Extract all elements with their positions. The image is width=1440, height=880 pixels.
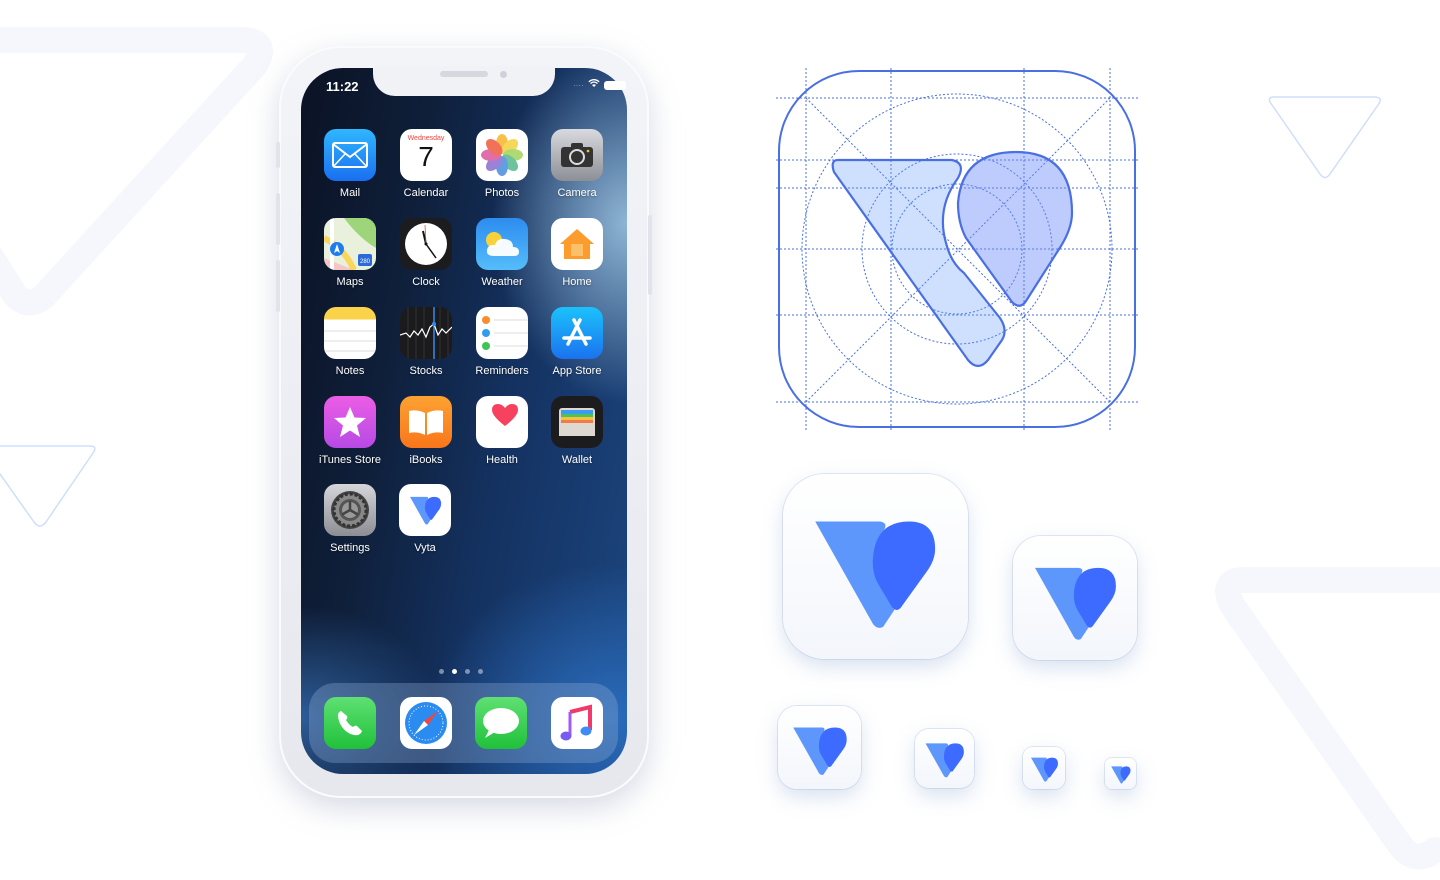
health-icon [476,396,528,448]
app-label: iTunes Store [319,454,381,466]
calendar-icon: Wednesday 7 [400,129,452,181]
phone-camera [500,71,507,78]
maps-badge: 280 [360,259,371,265]
vyta-logo [1111,766,1131,784]
camera-icon [551,129,603,181]
app-home[interactable]: Home [542,218,612,288]
app-label: Clock [412,276,440,288]
app-label: Health [486,454,518,466]
photos-icon [476,129,528,181]
vyta-icon-xxs [1105,758,1136,789]
app-label: iBooks [409,454,443,466]
phone-power-button [648,215,652,295]
music-icon [560,704,592,741]
phone-icon [338,711,362,736]
phone-volume-down-button [276,260,280,312]
vyta-icon-md [778,706,861,789]
app-vyta[interactable]: Vyta [390,484,460,554]
app-label: Maps [336,276,364,288]
app-reminders[interactable]: Reminders [467,307,537,377]
app-label: Wallet [561,454,593,466]
app-settings[interactable]: Settings [315,484,385,554]
calendar-day-number: 7 [418,141,434,172]
notes-icon [324,307,376,359]
maps-icon: 280 [324,218,376,270]
app-label: Stocks [409,365,443,377]
app-wallet[interactable]: Wallet [542,396,612,466]
vyta-logo [815,521,936,628]
vyta-icon-lg [1013,536,1137,660]
app-mail[interactable]: Mail [315,129,385,199]
dock-app-messages[interactable] [475,697,527,749]
app-label: Weather [481,276,523,288]
vyta-pin-shape [956,150,1074,307]
app-app-store[interactable]: App Store [542,307,612,377]
signal-dots-icon: ···· [573,80,584,90]
messages-icon [483,708,519,738]
home-icon [551,218,603,270]
mail-icon [324,129,376,181]
page-dot-active[interactable] [452,669,457,674]
vyta-logo [1031,757,1058,782]
settings-icon [324,484,376,536]
phone-side-button [276,142,280,168]
page-indicator[interactable] [439,669,483,674]
reminders-icon [476,307,528,359]
app-label: Notes [335,365,365,377]
app-health[interactable]: Health [467,396,537,466]
app-label: App Store [552,365,602,377]
weather-icon [476,218,528,270]
app-store-icon [551,307,603,359]
wifi-icon [588,79,600,91]
wallet-icon [551,396,603,448]
vyta-logo [1035,567,1116,640]
page-dot[interactable] [478,669,483,674]
app-label: Calendar [403,187,449,199]
vyta-icon-xl [783,474,968,659]
app-label: Reminders [475,365,529,377]
app-label: Photos [484,187,520,199]
page-dot[interactable] [439,669,444,674]
background-triangle-outline-left [0,445,96,527]
app-ibooks[interactable]: iBooks [391,396,461,466]
app-photos[interactable]: Photos [467,129,537,199]
app-label: Settings [330,542,370,554]
app-clock[interactable]: Clock [391,218,461,288]
vyta-icon-xs [1023,747,1065,789]
phone-volume-up-button [276,193,280,245]
stocks-icon [400,307,452,359]
background-triangle-outline-right [1268,96,1381,179]
background-triangle-large-right [1215,567,1440,870]
app-label: Vyta [414,542,436,554]
battery-icon [603,80,626,90]
app-stocks[interactable]: Stocks [391,307,461,377]
vyta-logo [793,727,847,775]
page-dot[interactable] [465,669,470,674]
app-label: Mail [339,187,361,199]
clock-icon [400,218,452,270]
safari-icon [405,702,447,744]
app-maps[interactable]: 280 Maps [315,218,385,288]
background-triangle-large-left [0,27,273,316]
vyta-icon [399,484,451,536]
dock-app-phone[interactable] [324,697,376,749]
status-time: 11:22 [326,79,359,94]
vyta-icon-sm [915,729,974,788]
app-weather[interactable]: Weather [467,218,537,288]
ibooks-icon [400,396,452,448]
vyta-logo [925,743,964,778]
dock-app-safari[interactable] [400,697,452,749]
dock-app-music[interactable] [551,697,603,749]
app-notes[interactable]: Notes [315,307,385,377]
app-label: Camera [557,187,597,199]
vyta-icon-construction-grid [776,68,1138,430]
app-itunes-store[interactable]: iTunes Store [315,396,385,466]
app-calendar[interactable]: Wednesday 7 Calendar [391,129,461,199]
app-camera[interactable]: Camera [542,129,612,199]
itunes-store-icon [324,396,376,448]
app-label: Home [562,276,592,288]
phone-speaker [440,71,488,77]
status-icons: ···· [573,79,626,91]
